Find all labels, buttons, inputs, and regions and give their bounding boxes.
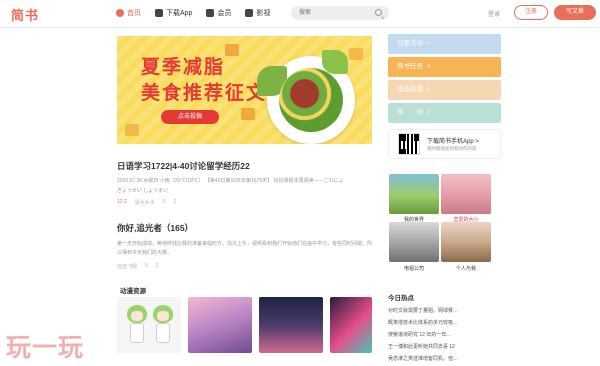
anime-thumbnail[interactable] <box>188 297 252 353</box>
nav-label: 影视 <box>256 10 271 17</box>
like-count: 2 <box>173 199 177 205</box>
search-icon[interactable] <box>375 9 382 16</box>
article-author[interactable]: 远远飞翔 <box>117 263 137 270</box>
sidebar-button-label: 简书任务 <box>397 63 423 70</box>
nav-item-home[interactable]: 首页 <box>116 8 141 18</box>
anime-thumbnail[interactable] <box>259 297 323 353</box>
comment-count[interactable]: 0 <box>163 199 166 206</box>
banner-title-line2: 美食推荐征文 <box>141 82 268 104</box>
sidebar-image-caption[interactable]: 电视公司 <box>389 265 439 272</box>
chibi-face <box>157 311 169 321</box>
chibi-body <box>156 323 170 343</box>
sidebar-serial-button[interactable]: 优选连载 > <box>388 80 501 100</box>
anime-thumbnail[interactable] <box>117 297 181 353</box>
chevron-right-icon: > <box>475 139 479 145</box>
hot-topics-heading: 今日热点 <box>388 295 414 302</box>
sidebar-image-caption[interactable]: 个人与我 <box>441 265 491 272</box>
promo-banner[interactable]: 夏季减脂 美食推荐征文 点击投稿 <box>117 36 372 144</box>
sidebar-task-button[interactable]: 简书任务 > <box>388 57 501 77</box>
search-input[interactable] <box>299 8 369 18</box>
app-download-card[interactable]: 下载简书手机App > 随时随地发现和创作内容 <box>388 129 501 159</box>
banner-title-line1: 夏季减脂 <box>141 56 226 78</box>
chibi-character-image <box>151 305 175 345</box>
qr-code-icon <box>398 133 420 155</box>
tv-icon <box>245 9 254 17</box>
banner-cta-button[interactable]: 点击投稿 <box>161 110 219 124</box>
hot-topic-item[interactable]: 王一博和此更听她共同去喜 12 <box>388 343 500 350</box>
sidebar-image[interactable] <box>441 222 491 262</box>
nav-label: 首页 <box>127 10 141 17</box>
chibi-character-image <box>125 305 149 345</box>
chevron-right-icon: > <box>426 109 431 116</box>
nav-item-video[interactable]: 影视 <box>245 8 270 18</box>
app-download-title-text: 下载简书手机App <box>427 139 474 145</box>
article-item: 你好,追光者（165） 第一天开始成绩，等待终线比赛的准备来临时光，前次上午，视… <box>117 222 372 270</box>
hot-topic-item[interactable]: 吴念淋之类选准增客同机。但… <box>388 355 500 362</box>
article-abstract-cont: ぎょうせい しょうまい <box>117 188 169 194</box>
like-count: 2 <box>155 263 159 269</box>
decoration-cube <box>225 44 239 56</box>
compass-icon <box>116 9 124 17</box>
article-title[interactable]: 你好,追光者（165） <box>117 222 372 234</box>
main-nav: 首页 下载App 会员 影视 <box>116 8 270 18</box>
sidebar-image[interactable] <box>441 174 491 214</box>
app-download-subtitle: 随时随地发现和创作内容 <box>427 146 477 151</box>
decoration-cube <box>125 124 139 136</box>
top-navbar: 简书 首页 下载App 会员 影视 登录 注册 写文章 <box>0 0 600 28</box>
sidebar-button-label: 简 创 <box>397 109 423 116</box>
anime-thumbnail[interactable] <box>330 297 372 353</box>
chibi-face <box>131 311 143 321</box>
chevron-right-icon: > <box>426 86 431 93</box>
chevron-right-icon: > <box>426 63 431 70</box>
sidebar-button-label: 优选连载 <box>397 86 423 93</box>
sidebar-image[interactable] <box>389 174 439 214</box>
search-box <box>291 6 389 20</box>
hot-topic-item[interactable]: 概率增技术比体系的多元较吸… <box>388 319 500 326</box>
nav-label: 下载App <box>166 10 193 17</box>
sidebar-daily-update-button[interactable]: 日更活动 > <box>388 34 501 54</box>
site-logo[interactable]: 简书 <box>11 5 39 24</box>
anime-section-heading: 动漫资源 <box>120 288 146 295</box>
article-abstract: 第一天开始成绩，等待终线比赛的准备来临时光，前次上午，视频看到我们开始他们在画中… <box>117 241 373 256</box>
hot-topic-item[interactable]: 搜索滚液研究 12 年的一年… <box>388 331 500 338</box>
sidebar-button-label: 日更活动 <box>397 40 423 47</box>
nav-item-member[interactable]: 会员 <box>206 8 231 18</box>
diamond-count: 12.2 <box>117 199 127 205</box>
leaf-decoration <box>322 50 348 74</box>
article-stats: 12.2 是木头木 0 2 <box>117 199 372 206</box>
sidebar-image[interactable] <box>389 222 439 262</box>
nav-item-download[interactable]: 下载App <box>155 8 192 18</box>
member-icon <box>206 9 215 17</box>
phone-icon <box>155 9 163 17</box>
register-button[interactable]: 注册 <box>514 5 548 20</box>
hot-topic-item[interactable]: 对时文就需要丁量阻。网球赛… <box>388 307 500 314</box>
chibi-body <box>130 323 144 343</box>
comment-count[interactable]: 0 <box>145 263 148 270</box>
article-author[interactable]: 是木头木 <box>135 199 155 206</box>
chevron-right-icon: > <box>426 40 431 47</box>
login-link[interactable]: 登录 <box>488 9 500 18</box>
write-article-button[interactable]: 写文章 <box>554 5 596 20</box>
article-stats: 远远飞翔 0 2 <box>117 263 372 270</box>
decoration-cube <box>349 48 363 60</box>
site-watermark: 玩一玩 <box>6 333 85 362</box>
sidebar-create-button[interactable]: 简 创 > <box>388 103 501 123</box>
article-title[interactable]: 日语学习1722|4-40讨论留学经历22 <box>117 160 372 172</box>
article-abstract: 2020.07.30 水曜日 小雨（20℃/18℃） 【第40日第16日日第16… <box>117 178 344 184</box>
article-item: 日语学习1722|4-40讨论留学经历22 2020.07.30 水曜日 小雨（… <box>117 160 372 206</box>
app-download-title: 下载简书手机App > <box>427 136 479 145</box>
nav-label: 会员 <box>217 10 232 17</box>
decoration-cube <box>241 108 255 120</box>
salad-image <box>279 68 343 132</box>
